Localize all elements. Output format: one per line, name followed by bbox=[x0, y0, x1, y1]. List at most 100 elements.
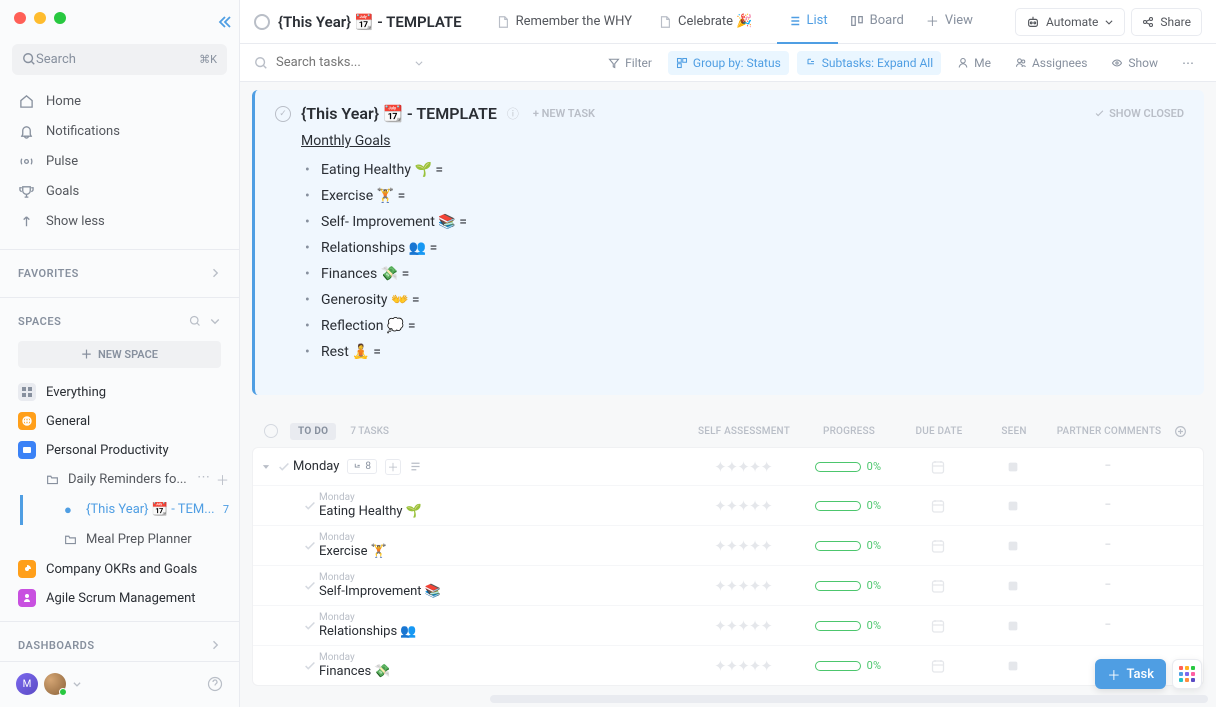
seen-cell[interactable] bbox=[983, 659, 1043, 673]
folder-daily-reminders[interactable]: Daily Reminders fo... ⋯＋ bbox=[20, 465, 239, 495]
filter-button[interactable]: Filter bbox=[600, 51, 660, 75]
self-assessment-cell[interactable]: ✦✦✦✦✦ bbox=[683, 577, 803, 595]
max-dot[interactable] bbox=[54, 12, 66, 24]
doc-remember-why[interactable]: Remember the WHY bbox=[486, 7, 642, 37]
task-row[interactable]: MondayFinances 💸 ✦✦✦✦✦ 0% – bbox=[253, 646, 1203, 685]
partner-comments-cell[interactable]: – bbox=[1043, 500, 1173, 511]
view-list[interactable]: List bbox=[777, 0, 838, 44]
search-icon[interactable] bbox=[189, 315, 201, 327]
progress-cell[interactable]: 0% bbox=[803, 579, 893, 592]
assignees-button[interactable]: Assignees bbox=[1007, 51, 1095, 75]
nav-goals[interactable]: Goals bbox=[0, 177, 239, 207]
subtask-count[interactable]: 8 bbox=[347, 459, 377, 474]
list-this-year[interactable]: ● {This Year} 📆 - TEM... 7 bbox=[20, 495, 239, 525]
self-assessment-cell[interactable]: ✦✦✦✦✦ bbox=[683, 497, 803, 515]
due-date-cell[interactable] bbox=[893, 538, 983, 554]
help-icon[interactable] bbox=[207, 676, 223, 692]
space-personal[interactable]: Personal Productivity bbox=[0, 436, 239, 465]
seen-cell[interactable] bbox=[983, 499, 1043, 513]
me-button[interactable]: Me bbox=[949, 51, 999, 75]
space-general[interactable]: General bbox=[0, 407, 239, 436]
groupby-button[interactable]: Group by: Status bbox=[668, 51, 789, 75]
plus-icon[interactable]: ＋ bbox=[216, 470, 229, 489]
task-row[interactable]: MondayRelationships 👥 ✦✦✦✦✦ 0% – bbox=[253, 606, 1203, 646]
task-row[interactable]: MondayExercise 🏋️ ✦✦✦✦✦ 0% – bbox=[253, 526, 1203, 566]
caret-down-icon[interactable] bbox=[261, 462, 275, 472]
partner-comments-cell[interactable]: – bbox=[1043, 620, 1173, 631]
status-pill[interactable]: TO DO bbox=[290, 423, 336, 440]
self-assessment-cell[interactable]: ✦✦✦✦✦ bbox=[683, 458, 803, 476]
nav-pulse[interactable]: Pulse bbox=[0, 147, 239, 177]
dashboards-header[interactable]: DASHBOARDS bbox=[0, 630, 239, 661]
task-search[interactable] bbox=[254, 55, 454, 70]
new-task-fab[interactable]: ＋Task bbox=[1095, 659, 1166, 689]
add-column-button[interactable] bbox=[1174, 425, 1204, 438]
more-icon[interactable]: ⋯ bbox=[197, 470, 210, 489]
content-scroll[interactable]: {This Year} 📆 - TEMPLATE ⓘ + NEW TASK SH… bbox=[240, 82, 1216, 707]
space-okrs[interactable]: Company OKRs and Goals bbox=[0, 555, 239, 584]
seen-cell[interactable] bbox=[983, 579, 1043, 593]
nav-home[interactable]: Home bbox=[0, 87, 239, 117]
partner-comments-cell[interactable]: – bbox=[1043, 461, 1173, 472]
partner-comments-cell[interactable]: – bbox=[1043, 540, 1173, 551]
task-row[interactable]: MondayEating Healthy 🌱 ✦✦✦✦✦ 0% – bbox=[253, 486, 1203, 526]
sidebar-collapse-icon[interactable] bbox=[216, 14, 232, 30]
task-row[interactable]: Monday 8 ＋ ✦✦✦✦✦ 0% – bbox=[253, 448, 1203, 486]
status-check-icon[interactable] bbox=[301, 499, 319, 513]
avatar[interactable]: M bbox=[16, 673, 38, 695]
view-add[interactable]: ＋View bbox=[916, 0, 983, 44]
chevron-down-icon[interactable] bbox=[209, 315, 221, 327]
close-dot[interactable] bbox=[14, 12, 26, 24]
status-check-icon[interactable] bbox=[275, 106, 291, 122]
task-row[interactable]: MondaySelf-Improvement 📚 ✦✦✦✦✦ 0% – bbox=[253, 566, 1203, 606]
seen-cell[interactable] bbox=[983, 539, 1043, 553]
progress-cell[interactable]: 0% bbox=[803, 460, 893, 473]
partner-comments-cell[interactable]: – bbox=[1043, 580, 1173, 591]
progress-cell[interactable]: 0% bbox=[803, 659, 893, 672]
due-date-cell[interactable] bbox=[893, 578, 983, 594]
due-date-cell[interactable] bbox=[893, 658, 983, 674]
new-space-button[interactable]: ＋NEW SPACE bbox=[18, 341, 221, 368]
description-icon[interactable] bbox=[409, 460, 422, 473]
due-date-cell[interactable] bbox=[893, 618, 983, 634]
seen-cell[interactable] bbox=[983, 619, 1043, 633]
description-body[interactable]: Monthly Goals Eating Healthy 🌱 =Exercise… bbox=[275, 133, 1184, 365]
space-everything[interactable]: Everything bbox=[0, 378, 239, 407]
list-meal-prep[interactable]: Meal Prep Planner bbox=[20, 525, 239, 555]
progress-cell[interactable]: 0% bbox=[803, 499, 893, 512]
min-dot[interactable] bbox=[34, 12, 46, 24]
breadcrumb[interactable]: {This Year} 📆 - TEMPLATE bbox=[254, 13, 462, 31]
new-task-button[interactable]: + NEW TASK bbox=[533, 107, 595, 120]
progress-cell[interactable]: 0% bbox=[803, 539, 893, 552]
self-assessment-cell[interactable]: ✦✦✦✦✦ bbox=[683, 617, 803, 635]
show-closed-button[interactable]: SHOW CLOSED bbox=[1094, 107, 1184, 120]
avatar[interactable] bbox=[44, 673, 66, 695]
subtasks-button[interactable]: Subtasks: Expand All bbox=[797, 51, 941, 75]
task-search-input[interactable] bbox=[276, 55, 406, 70]
status-check-icon[interactable] bbox=[275, 460, 293, 474]
self-assessment-cell[interactable]: ✦✦✦✦✦ bbox=[683, 657, 803, 675]
status-check-icon[interactable] bbox=[301, 539, 319, 553]
due-date-cell[interactable] bbox=[893, 459, 983, 475]
automate-button[interactable]: Automate bbox=[1015, 8, 1125, 36]
status-check-icon[interactable] bbox=[301, 619, 319, 633]
self-assessment-cell[interactable]: ✦✦✦✦✦ bbox=[683, 537, 803, 555]
status-check-icon[interactable] bbox=[301, 579, 319, 593]
nav-showless[interactable]: Show less bbox=[0, 207, 239, 237]
status-ring-icon[interactable] bbox=[264, 424, 278, 438]
chevron-down-icon[interactable] bbox=[414, 58, 424, 68]
horizontal-scrollbar[interactable] bbox=[490, 695, 1208, 703]
search-input[interactable]: Search ⌘K bbox=[12, 44, 227, 75]
add-subtask-button[interactable]: ＋ bbox=[385, 459, 401, 475]
app-grid-button[interactable] bbox=[1172, 659, 1202, 689]
progress-cell[interactable]: 0% bbox=[803, 619, 893, 632]
share-button[interactable]: Share bbox=[1131, 8, 1202, 36]
more-button[interactable]: ⋯ bbox=[1174, 51, 1202, 75]
chevron-down-icon[interactable] bbox=[72, 679, 82, 689]
favorites-header[interactable]: FAVORITES bbox=[0, 258, 239, 289]
info-icon[interactable]: ⓘ bbox=[507, 105, 519, 122]
doc-celebrate[interactable]: Celebrate 🎉 bbox=[648, 7, 763, 37]
nav-notifications[interactable]: Notifications bbox=[0, 117, 239, 147]
show-button[interactable]: Show bbox=[1103, 51, 1166, 75]
status-check-icon[interactable] bbox=[301, 659, 319, 673]
